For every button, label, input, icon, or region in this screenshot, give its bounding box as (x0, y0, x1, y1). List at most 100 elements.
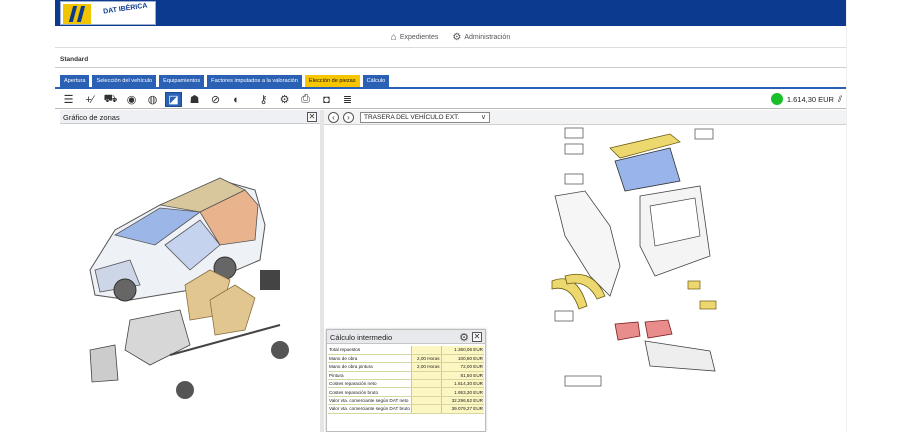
calc-table: Total repuestos 1.360,06 EUR Mano de obra… (328, 346, 484, 414)
table-row: Costes reparación neto 1.614,30 EUR (328, 379, 484, 389)
panel-header: Gráfico de zonas ✕ (60, 110, 322, 124)
tab-equipamientos[interactable]: Equipamientos (159, 75, 205, 87)
settings-icon[interactable]: ⚙ (276, 92, 293, 107)
car-side-icon[interactable]: ◍ (144, 92, 161, 107)
nav-label: Administración (464, 34, 511, 41)
tab-calculo[interactable]: Cálculo (362, 75, 390, 87)
gear-icon[interactable]: ⚙ (459, 331, 469, 344)
logo-mark (63, 4, 91, 24)
gear-icon: ⚙ (452, 32, 462, 43)
key-icon[interactable]: ⚷ (255, 92, 272, 107)
panel-splitter[interactable] (320, 110, 324, 432)
axle-wheel-icon (271, 341, 289, 359)
chart-icon[interactable]: ⫽ (838, 94, 842, 105)
row-label: Valor vta. comerciante según DAT bruto (328, 404, 412, 414)
context-label: Standard (60, 56, 89, 63)
no-paint-icon[interactable]: ⊘ (207, 92, 224, 107)
row-label: Mano de obra (328, 354, 412, 364)
part-thumb-icon[interactable] (564, 143, 584, 155)
row-label: Costes reparación bruto (328, 387, 412, 397)
panel-header: Cálculo intermedio ⚙ ✕ (327, 330, 485, 344)
close-button[interactable]: ✕ (472, 332, 482, 342)
row-value: 1.953,30 EUR (440, 387, 484, 397)
row-label: Mano de obra pintura (328, 362, 412, 372)
page-edge (846, 0, 847, 432)
car-roof-icon[interactable]: ⛟ (102, 92, 119, 107)
row-hours (410, 387, 441, 397)
door-icon[interactable]: ◪ (165, 92, 182, 107)
forward-arrow-icon[interactable]: › (343, 112, 354, 123)
divider (55, 67, 846, 68)
total-display: 1.614,30 EUR ⫽ (770, 93, 842, 105)
part-thumb-icon[interactable] (564, 127, 584, 139)
reflector-part[interactable] (687, 280, 701, 290)
list-icon[interactable]: ≣ (339, 92, 356, 107)
chevron-down-icon: ∨ (480, 114, 486, 121)
top-banner (55, 0, 846, 26)
status-dot-icon (770, 93, 783, 105)
table-row: Mano de obra 2,00 Horas 100,80 EUR (328, 354, 484, 364)
back-arrow-icon[interactable]: ‹ (328, 112, 339, 123)
row-value: 81,50 EUR (440, 371, 484, 381)
tail-lamp-part[interactable] (644, 319, 673, 339)
tab-factores[interactable]: Factores imputados a la valoración (207, 75, 302, 87)
parts-panel-header: ‹ › TRASERA DEL VEHÍCULO EXT. ∨ (324, 110, 846, 125)
dat-logo[interactable]: DAT IBÉRICA (60, 1, 156, 25)
part-thumb-icon[interactable] (564, 173, 584, 185)
axle-wheel-icon (176, 381, 194, 399)
logo-text: DAT IBÉRICA (102, 2, 148, 16)
row-value: 1.614,30 EUR (440, 379, 484, 389)
wheel-front-zone[interactable] (113, 278, 137, 302)
tab-underline (55, 87, 846, 89)
table-row: Total repuestos 1.360,06 EUR (328, 346, 484, 355)
print-icon[interactable]: ⎙ (297, 92, 314, 107)
row-value: 1.360,06 EUR (440, 346, 484, 355)
tab-apertura[interactable]: Apertura (60, 75, 90, 87)
table-row: Costes reparación bruto 1.953,30 EUR (328, 387, 484, 397)
interim-calculation-panel: Cálculo intermedio ⚙ ✕ Total repuestos 1.… (326, 329, 486, 432)
nav-item-expedientes[interactable]: ⌂ Expedientes (391, 32, 439, 43)
part-thumb-icon[interactable] (564, 375, 602, 387)
row-value: 72,00 EUR (440, 362, 484, 372)
part-thumb-icon[interactable] (554, 310, 574, 322)
row-value: 39.079,27 EUR (440, 404, 484, 414)
main-nav: ⌂ Expedientes ⚙ Administración (55, 28, 846, 48)
radiator-zone[interactable] (89, 344, 119, 383)
tab-seleccion-vehiculo[interactable]: Selección del vehículo (92, 75, 157, 87)
row-label: Costes reparación neto (328, 379, 412, 389)
engine-zone[interactable] (124, 309, 191, 366)
close-button[interactable]: ✕ (307, 112, 317, 122)
home-icon: ⌂ (390, 32, 397, 43)
camera-icon[interactable]: ◘ (318, 92, 335, 107)
total-amount: 1.614,30 EUR (786, 94, 834, 104)
row-hours (410, 371, 441, 381)
row-label: Valor vta. comerciante según DAT neto (328, 396, 412, 406)
rear-bumper-part[interactable] (644, 340, 716, 372)
nav-label: Expedientes (399, 34, 439, 41)
row-hours (410, 404, 441, 414)
zone-select-value: TRASERA DEL VEHÍCULO EXT. (364, 114, 460, 121)
row-hours (410, 346, 441, 355)
row-value: 32.296,62 EUR (440, 396, 484, 406)
row-hours: 2,00 Horas (410, 362, 441, 372)
add-tool-icon[interactable]: +⁄ (81, 92, 98, 107)
reflector-part[interactable] (699, 300, 717, 310)
car-front-icon[interactable]: ◉ (123, 92, 140, 107)
nav-item-administracion[interactable]: ⚙ Administración (452, 32, 510, 43)
row-hours (410, 379, 441, 389)
car-rear-icon[interactable]: ☗ (186, 92, 203, 107)
accessory-zone[interactable] (260, 270, 280, 290)
rear-parts-diagram[interactable] (540, 126, 740, 396)
menu-icon[interactable]: ☰ (60, 92, 77, 107)
car-zones-diagram[interactable] (70, 150, 310, 410)
zone-select[interactable]: TRASERA DEL VEHÍCULO EXT. ∨ (360, 112, 490, 123)
tail-lamp-part[interactable] (614, 321, 641, 341)
tab-eleccion-piezas[interactable]: Elección de piezas (304, 75, 360, 87)
row-hours (410, 396, 441, 406)
part-thumb-icon[interactable] (694, 128, 714, 140)
tab-bar: Apertura Selección del vehículo Equipami… (60, 75, 390, 87)
table-row: Valor vta. comerciante según DAT neto 32.… (328, 396, 484, 406)
table-row: Pintura 81,50 EUR (328, 371, 484, 381)
tire-icon[interactable]: ◐ (228, 92, 245, 107)
toolbar: ☰ +⁄ ⛟ ◉ ◍ ◪ ☗ ⊘ ◐ ⚷ ⚙ ⎙ ◘ ≣ 1.614,30 EU… (60, 91, 846, 108)
